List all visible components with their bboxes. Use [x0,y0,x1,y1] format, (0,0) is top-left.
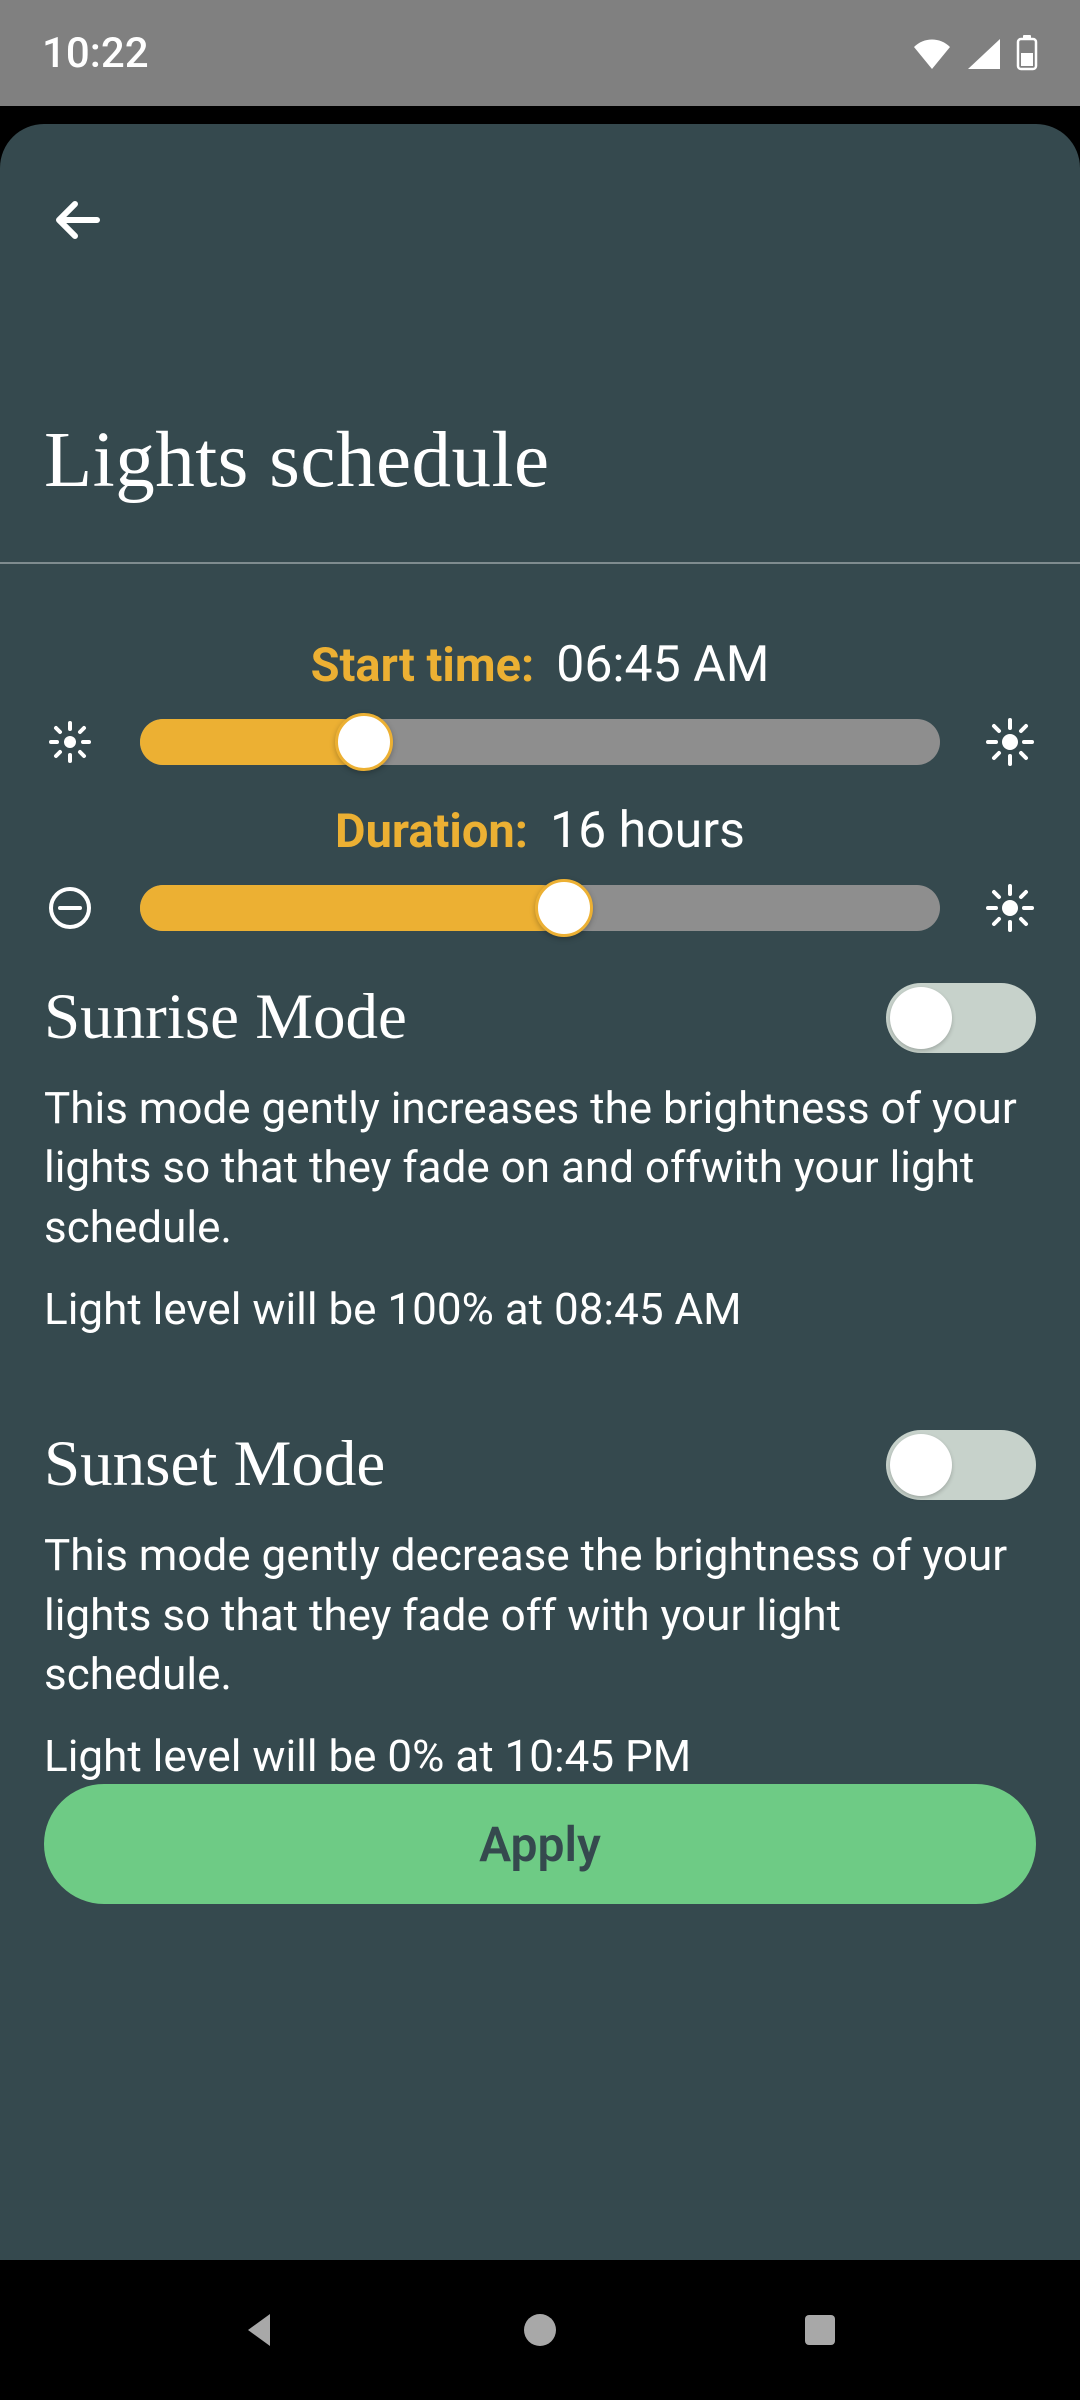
apply-button-label: Apply [479,1816,601,1873]
brightness-low-icon [44,716,96,768]
start-time-value: 06:45 AM [556,636,769,694]
system-nav-bar [0,2260,1080,2400]
duration-slider-row [44,878,1036,938]
duration-slider[interactable] [140,878,940,938]
sunset-mode-block: Sunset Mode This mode gently decrease th… [44,1427,1036,1782]
back-button[interactable] [38,180,118,260]
duration-label-row: Duration: 16 hours [44,802,1036,860]
nav-back-button[interactable] [230,2300,290,2360]
nav-recent-button[interactable] [790,2300,850,2360]
duration-label: Duration: [335,804,528,859]
sunrise-mode-title: Sunrise Mode [44,980,407,1055]
brightness-max-icon [984,882,1036,934]
sunset-mode-description: This mode gently decrease the brightness… [44,1526,1036,1704]
battery-icon [1016,35,1038,71]
wifi-icon [912,37,952,69]
sunset-mode-toggle[interactable] [886,1430,1036,1500]
signal-icon [966,37,1002,69]
sunrise-mode-toggle[interactable] [886,983,1036,1053]
sunrise-mode-block: Sunrise Mode This mode gently increases … [44,980,1036,1335]
sunrise-mode-info: Light level will be 100% at 08:45 AM [44,1283,1036,1335]
duration-value: 16 hours [550,802,745,860]
status-icons [912,35,1038,71]
start-time-label: Start time: [311,638,535,693]
square-icon [803,2313,837,2347]
sunset-mode-info: Light level will be 0% at 10:45 PM [44,1730,1036,1782]
minus-circle-icon [44,882,96,934]
start-time-label-row: Start time: 06:45 AM [44,636,1036,694]
status-bar: 10:22 [0,0,1080,106]
modes-section: Sunrise Mode This mode gently increases … [44,980,1036,1874]
arrow-left-icon [49,191,107,249]
sliders-section: Start time: 06:45 AM Dur [0,606,1080,968]
start-time-slider-row [44,712,1036,772]
brightness-high-icon [984,716,1036,768]
status-time: 10:22 [42,29,149,78]
circle-icon [522,2312,558,2348]
divider [0,562,1080,564]
triangle-left-icon [240,2310,280,2350]
sunset-mode-title: Sunset Mode [44,1427,385,1502]
apply-button[interactable]: Apply [44,1784,1036,1904]
settings-sheet: Lights schedule Start time: 06:45 AM [0,124,1080,2260]
sunrise-mode-description: This mode gently increases the brightnes… [44,1079,1036,1257]
start-time-slider[interactable] [140,712,940,772]
page-title: Lights schedule [44,416,550,506]
nav-home-button[interactable] [510,2300,570,2360]
